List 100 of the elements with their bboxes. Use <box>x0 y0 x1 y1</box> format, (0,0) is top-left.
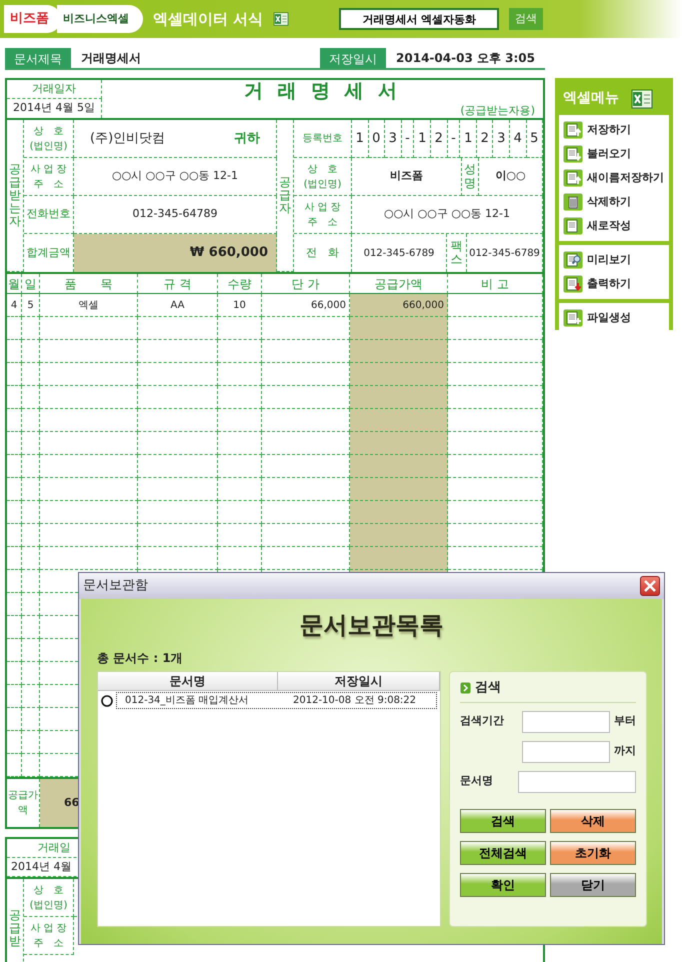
dialog-button[interactable]: 확인 <box>460 872 546 896</box>
spreadsheet-icon <box>273 12 290 26</box>
magnifier-document-icon <box>563 251 583 269</box>
dialog-button[interactable]: 삭제 <box>550 808 636 832</box>
field-label: (법인명) <box>304 178 342 192</box>
empty-cell <box>218 340 262 363</box>
table-cell: 4 <box>7 294 22 317</box>
field-label: 팩스 <box>450 240 462 266</box>
empty-cell <box>7 708 22 731</box>
empty-cell <box>7 547 22 570</box>
table-cell: 5 <box>22 294 40 317</box>
field-label: 저장일시 <box>320 48 386 68</box>
digit-cell: 0 <box>368 120 386 158</box>
input-field[interactable] <box>518 770 636 792</box>
empty-cell <box>218 409 262 432</box>
dialog-heading: 문서보관목록 <box>298 610 444 641</box>
arrow-icon <box>460 682 471 694</box>
field-label: 주 소 <box>308 216 338 230</box>
dialog-button[interactable]: 초기화 <box>550 840 636 864</box>
honorific: 귀하 <box>234 130 260 148</box>
field-label: 전화번호 <box>24 196 74 234</box>
menu-item[interactable]: 새로작성 <box>563 214 665 238</box>
company-name: 비즈폼 <box>352 158 462 196</box>
empty-cell <box>7 409 22 432</box>
menu-item[interactable]: 불러오기 <box>563 142 665 166</box>
menu-item[interactable]: 새이름저장하기 <box>563 166 665 190</box>
empty-cell <box>218 363 262 386</box>
empty-cell <box>218 455 262 478</box>
digit-cell: 1 <box>414 120 431 158</box>
empty-cell <box>7 363 22 386</box>
empty-cell <box>22 570 40 593</box>
menu-item[interactable]: 저장하기 <box>563 118 665 142</box>
menu-item[interactable]: 미리보기 <box>563 248 665 272</box>
column-header: 수량 <box>218 274 262 294</box>
column-header: 일 <box>22 274 40 294</box>
close-icon <box>644 580 656 592</box>
empty-cell <box>218 478 262 501</box>
empty-cell <box>7 616 22 639</box>
column-header: 품 목 <box>40 274 138 294</box>
menu-title: 엑셀메뉴 <box>562 89 620 108</box>
column-header: 월 <box>7 274 22 294</box>
digit-cell: - <box>402 120 414 158</box>
column-header: 단 가 <box>262 274 350 294</box>
table-cell: 엑셀 <box>40 294 138 317</box>
digit-cell: 1 <box>352 120 369 158</box>
digit-cell: 1 <box>460 120 477 158</box>
side-label: 공급받는자 <box>9 162 21 228</box>
digit-cell: 4 <box>510 120 527 158</box>
field-label: 까지 <box>614 743 636 760</box>
empty-cell <box>218 386 262 409</box>
empty-cell <box>22 363 40 386</box>
phone-value: 012-345-6789 <box>352 234 447 272</box>
empty-cell <box>218 547 262 570</box>
empty-cell <box>7 317 22 340</box>
field-label: 상 호 <box>34 884 64 898</box>
input-field[interactable] <box>522 740 610 762</box>
list-row[interactable]: 012-34_비즈폼 매입계산서 2012-10-08 오전 9:08:22 <box>116 692 437 709</box>
empty-cell <box>22 340 40 363</box>
field-label: 부터 <box>614 713 636 730</box>
dialog-button[interactable]: 전체검색 <box>460 840 546 864</box>
dialog-button[interactable]: 검색 <box>460 808 546 832</box>
table-cell: 10 <box>218 294 262 317</box>
empty-cell <box>22 386 40 409</box>
field-label: 거래일자 <box>7 80 102 99</box>
copy-note: (공급받는자용) <box>459 102 536 119</box>
field-label: 상 호 <box>34 124 64 138</box>
person-name: 이○○ <box>479 158 543 196</box>
menu-item[interactable]: 삭제하기 <box>563 190 665 214</box>
dialog-button[interactable]: 닫기 <box>550 872 636 896</box>
field-label: 사 업 장 <box>304 200 341 214</box>
field-label: (법인명) <box>30 140 68 154</box>
radio-button[interactable] <box>101 694 113 706</box>
menu-item[interactable]: 출력하기 <box>563 272 665 296</box>
empty-cell <box>218 524 262 547</box>
empty-cell <box>22 317 40 340</box>
empty-cell <box>7 593 22 616</box>
digit-cell: 3 <box>493 120 510 158</box>
field-label: 주 소 <box>34 936 64 950</box>
empty-cell <box>22 455 40 478</box>
close-button[interactable] <box>640 576 660 596</box>
search-field[interactable]: 거래명세서 엑셀자동화 <box>339 8 500 30</box>
empty-cell <box>7 662 22 685</box>
empty-cell <box>7 754 22 777</box>
address-value: ○○시 ○○구 ○○동 12-1 <box>352 196 543 234</box>
digit-cell: 2 <box>431 120 448 158</box>
empty-cell <box>218 501 262 524</box>
digit-cell: 3 <box>385 120 402 158</box>
empty-cell <box>7 478 22 501</box>
field-label: 검색기간 <box>460 713 504 730</box>
field-label: 등록번호 <box>294 120 352 158</box>
input-field[interactable] <box>522 710 610 732</box>
fax-value: 012-345-6789 <box>467 234 543 272</box>
app-title: 엑셀데이터 서식 <box>153 8 264 30</box>
empty-cell <box>7 432 22 455</box>
saved-date: 2014-04-03 오후 3:05 <box>395 50 536 67</box>
logo: 비즈니스엑셀 <box>57 4 143 34</box>
side-label: 공급자 <box>279 176 291 216</box>
empty-cell <box>22 501 40 524</box>
column-header: 저장일시 <box>278 672 440 691</box>
field-label: 성명 <box>464 163 476 190</box>
